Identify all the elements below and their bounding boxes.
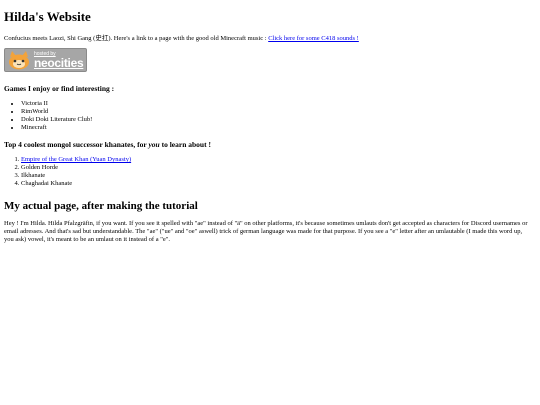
badge-big-text: neocities xyxy=(34,55,84,70)
khanates-list-item: Chaghadai Khanate xyxy=(21,180,536,188)
games-list: Victoria II RimWorld Doki Doki Literatur… xyxy=(4,100,536,132)
khanates-list-item: Golden Horde xyxy=(21,164,536,172)
khanates-heading-start: Top 4 coolest mongol successor khanates,… xyxy=(4,140,149,150)
neocities-badge[interactable]: hosted by neocities xyxy=(4,48,87,73)
page-content: Hilda's Website Confucius meets Laozi, S… xyxy=(0,0,540,244)
intro-text: Confucius meets Laozi, Shi Gang (史扛). He… xyxy=(4,34,269,42)
intro-paragraph: Confucius meets Laozi, Shi Gang (史扛). He… xyxy=(4,35,536,43)
khanates-heading-end: to learn about ! xyxy=(159,140,211,150)
games-list-item: RimWorld xyxy=(21,108,536,116)
khanates-heading-emphasis: you xyxy=(148,140,160,150)
tutorial-heading: My actual page, after making the tutoria… xyxy=(4,200,198,213)
games-heading: Games I enjoy or find interesting : xyxy=(4,84,115,94)
yuan-dynasty-link[interactable]: Empire of the Great Khan (Yuan Dynasty) xyxy=(21,156,131,163)
c418-sounds-link[interactable]: Click here for some C418 sounds ! xyxy=(268,35,359,42)
khanates-list-item: Ilkhanate xyxy=(21,172,536,180)
page-title: Hilda's Website xyxy=(4,9,91,24)
neocities-cat-icon xyxy=(9,51,29,70)
badge-text: hosted by neocities xyxy=(34,51,84,70)
khanates-heading: Top 4 coolest mongol successor khanates,… xyxy=(4,140,536,149)
games-list-item: Minecraft xyxy=(21,124,536,132)
games-list-item: Doki Doki Literature Club! xyxy=(21,116,536,124)
khanates-list-item: Empire of the Great Khan (Yuan Dynasty) xyxy=(21,156,536,164)
khanates-list: Empire of the Great Khan (Yuan Dynasty) … xyxy=(4,156,536,188)
games-list-item: Victoria II xyxy=(21,100,536,108)
tutorial-paragraph: Hey ! I'm Hilda. Hilda Pfalzgräfin, if y… xyxy=(4,220,528,243)
